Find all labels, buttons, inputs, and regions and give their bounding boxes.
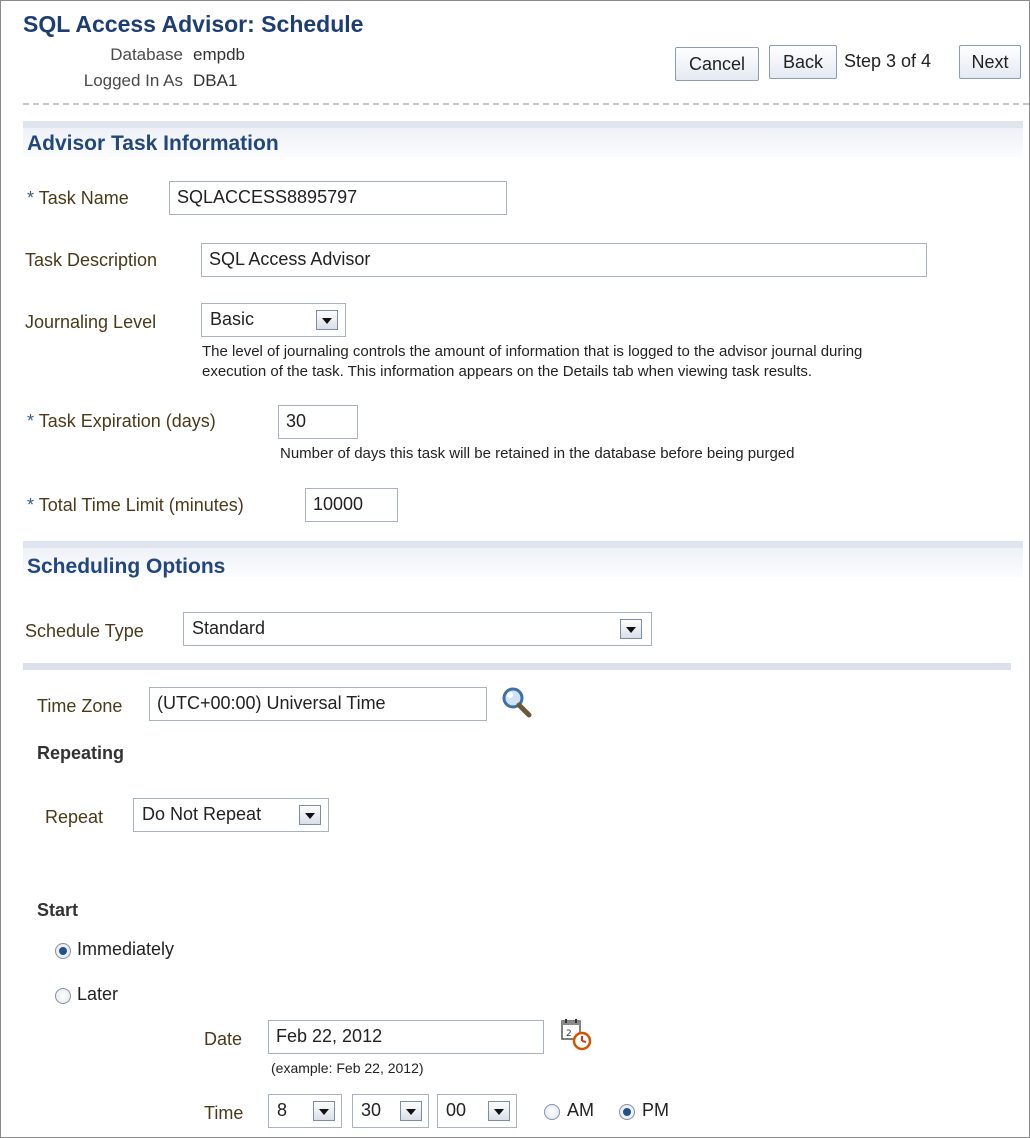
back-button[interactable]: Back: [769, 45, 837, 79]
schedule-type-select[interactable]: Standard: [183, 612, 652, 646]
start-later-radio[interactable]: [55, 988, 71, 1004]
database-value: empdb: [193, 45, 245, 64]
am-radio[interactable]: [544, 1104, 560, 1120]
required-mark: *: [27, 495, 35, 515]
step-indicator: Step 3 of 4: [844, 51, 932, 71]
task-name-input[interactable]: SQLACCESS8895797: [169, 181, 507, 215]
calendar-clock-icon[interactable]: 2: [559, 1017, 593, 1051]
hour-select[interactable]: 8: [268, 1094, 342, 1128]
journaling-level-select[interactable]: Basic: [201, 303, 346, 337]
time-label: Time: [204, 1103, 244, 1123]
repeat-label: Repeat: [45, 807, 104, 827]
next-button[interactable]: Next: [959, 45, 1021, 79]
hour-value: 8: [277, 1100, 288, 1120]
required-mark: *: [27, 411, 35, 431]
schedule-type-label: Schedule Type: [25, 621, 144, 641]
database-label: Database: [110, 45, 183, 64]
task-info-section-title: Advisor Task Information: [27, 132, 279, 155]
minute-select[interactable]: 30: [352, 1094, 429, 1128]
chevron-down-icon: [620, 619, 642, 639]
second-select[interactable]: 00: [437, 1094, 517, 1128]
chevron-down-icon: [299, 805, 321, 825]
task-name-label: * Task Name: [27, 188, 129, 209]
scheduling-divider: [23, 663, 1011, 670]
start-immediately-label: Immediately: [77, 939, 175, 959]
second-value: 00: [446, 1100, 467, 1120]
start-later-label: Later: [77, 984, 119, 1004]
journaling-level-label: Journaling Level: [25, 312, 157, 332]
page-frame: SQL Access Advisor: Schedule Database em…: [0, 0, 1030, 1138]
search-icon[interactable]: [499, 685, 535, 721]
schedule-type-value: Standard: [192, 618, 266, 638]
repeat-value: Do Not Repeat: [142, 804, 262, 824]
task-expiration-input[interactable]: 30: [278, 405, 358, 439]
chevron-down-icon: [488, 1101, 510, 1121]
svg-text:2: 2: [566, 1029, 572, 1039]
minute-value: 30: [361, 1100, 382, 1120]
start-immediately-radio[interactable]: [55, 943, 71, 959]
header-divider: [23, 103, 1029, 105]
page-title: SQL Access Advisor: Schedule: [23, 11, 364, 37]
scheduling-section-title: Scheduling Options: [27, 555, 226, 578]
journaling-hint-line-1: The level of journaling controls the amo…: [202, 343, 863, 360]
chevron-down-icon: [400, 1101, 422, 1121]
chevron-down-icon: [313, 1101, 335, 1121]
repeating-title: Repeating: [37, 743, 125, 763]
journaling-hint-line-2: execution of the task. This information …: [202, 363, 813, 380]
logged-in-value: DBA1: [193, 71, 238, 90]
date-label: Date: [204, 1029, 243, 1049]
cancel-button[interactable]: Cancel: [675, 47, 759, 81]
required-mark: *: [27, 188, 35, 208]
task-description-input[interactable]: SQL Access Advisor: [201, 243, 927, 277]
task-expiration-label: * Task Expiration (days): [27, 411, 216, 432]
journaling-level-value: Basic: [210, 309, 255, 329]
task-expiration-label-text: Task Expiration (days): [38, 411, 216, 431]
am-label: AM: [567, 1100, 594, 1120]
repeat-select[interactable]: Do Not Repeat: [133, 798, 329, 832]
logged-in-label: Logged In As: [83, 71, 183, 90]
total-time-limit-label: * Total Time Limit (minutes): [27, 495, 244, 516]
pm-radio[interactable]: [619, 1104, 635, 1120]
task-name-label-text: Task Name: [38, 188, 129, 208]
date-example-hint: (example: Feb 22, 2012): [271, 1060, 424, 1076]
time-zone-input[interactable]: (UTC+00:00) Universal Time: [149, 687, 487, 721]
total-time-limit-label-text: Total Time Limit (minutes): [38, 495, 244, 515]
task-expiration-hint: Number of days this task will be retaine…: [280, 445, 795, 462]
time-zone-label: Time Zone: [37, 696, 123, 716]
chevron-down-icon: [316, 310, 338, 330]
task-description-label: Task Description: [25, 250, 158, 270]
total-time-limit-input[interactable]: 10000: [305, 488, 398, 522]
start-title: Start: [37, 900, 79, 920]
pm-label: PM: [642, 1100, 669, 1120]
date-input[interactable]: Feb 22, 2012: [268, 1020, 544, 1054]
